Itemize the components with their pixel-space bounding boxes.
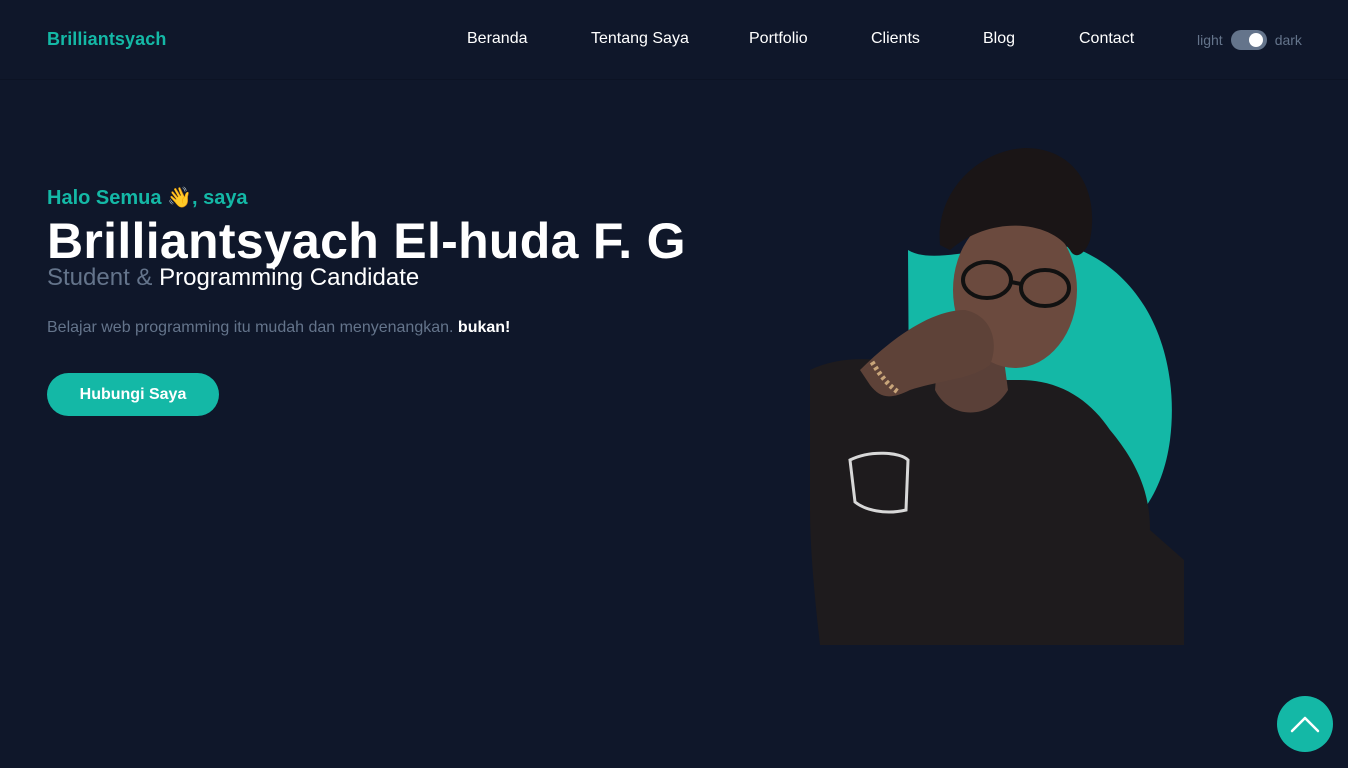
toggle-knob — [1248, 33, 1263, 47]
tagline-text: Belajar web programming itu mudah dan me… — [47, 319, 454, 336]
hero-greeting: Halo Semua 👋, saya — [47, 185, 248, 210]
greeting-suffix: , saya — [191, 187, 248, 209]
waving-hand-icon: 👋 — [167, 187, 192, 209]
site-header: Brilliantsyach Beranda Tentang Saya Port… — [0, 0, 1348, 80]
theme-light-label: light — [1197, 32, 1223, 48]
nav-beranda[interactable]: Beranda — [467, 30, 528, 48]
nav-blog[interactable]: Blog — [983, 30, 1015, 48]
greeting-prefix: Halo Semua — [47, 187, 162, 209]
back-to-top-button[interactable] — [1277, 696, 1333, 752]
nav-portfolio[interactable]: Portfolio — [749, 30, 808, 48]
chevron-up-icon — [1290, 716, 1320, 733]
contact-me-button[interactable]: Hubungi Saya — [47, 373, 219, 416]
page: Brilliantsyach Beranda Tentang Saya Port… — [0, 0, 1348, 768]
nav-clients[interactable]: Clients — [871, 30, 920, 48]
theme-dark-label: dark — [1274, 32, 1302, 48]
hero-tagline: Belajar web programming itu mudah dan me… — [47, 319, 510, 337]
theme-toggle-switch[interactable] — [1230, 30, 1267, 50]
main-nav: Beranda Tentang Saya Portfolio Clients B… — [0, 0, 1348, 80]
subtitle-muted: Student & — [47, 264, 153, 291]
nav-tentang-saya[interactable]: Tentang Saya — [591, 30, 689, 48]
hero-name: Brilliantsyach El-huda F. G — [47, 213, 686, 269]
subtitle-bright: Programming Candidate — [159, 264, 420, 291]
theme-toggle-group: light dark — [1197, 28, 1302, 52]
tagline-emphasis: bukan! — [457, 319, 511, 336]
profile-photo — [810, 148, 1184, 645]
nav-contact[interactable]: Contact — [1079, 30, 1134, 48]
hero-subtitle: Student & Programming Candidate — [47, 264, 419, 292]
